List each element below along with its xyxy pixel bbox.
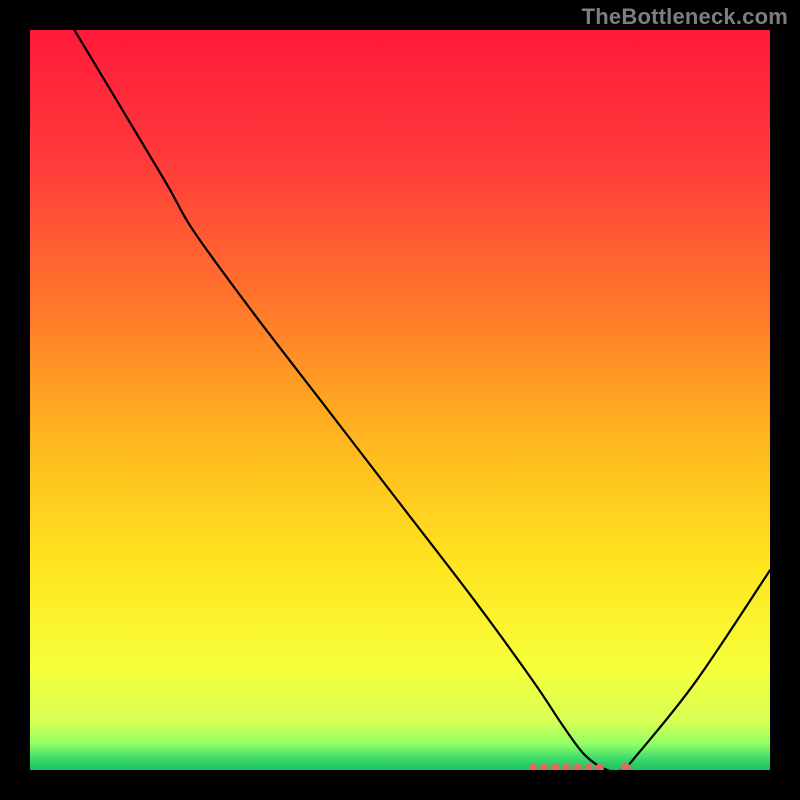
chart-svg [30,30,770,770]
chart-container: TheBottleneck.com [0,0,800,800]
watermark-text: TheBottleneck.com [582,4,788,30]
plot-area [30,30,770,770]
